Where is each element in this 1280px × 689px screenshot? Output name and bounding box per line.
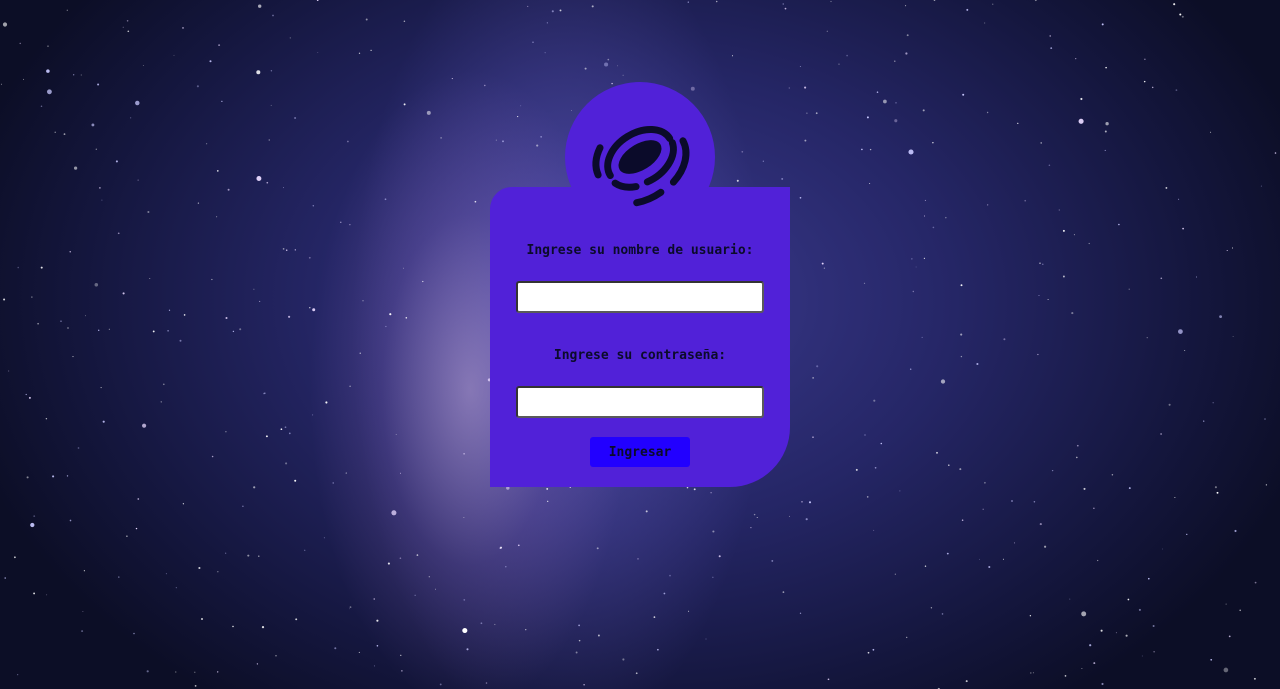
username-label: Ingrese su nombre de usuario: <box>526 243 754 258</box>
galaxy-icon <box>592 125 690 207</box>
password-label: Ingrese su contraseña: <box>553 348 727 363</box>
password-input[interactable] <box>516 386 764 418</box>
username-input[interactable] <box>516 281 764 313</box>
login-button[interactable]: Ingresar <box>590 437 690 467</box>
